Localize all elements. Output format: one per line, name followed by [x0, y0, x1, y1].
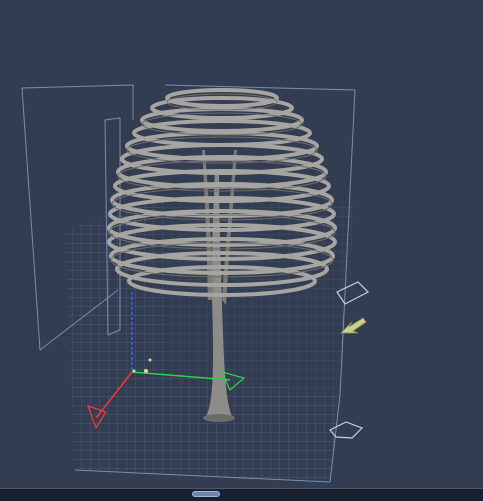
viewport-scrollbar[interactable] — [0, 488, 483, 501]
scrollbar-handle[interactable] — [192, 491, 220, 497]
3d-viewport[interactable] — [0, 0, 483, 500]
viewport-canvas[interactable] — [0, 0, 483, 500]
